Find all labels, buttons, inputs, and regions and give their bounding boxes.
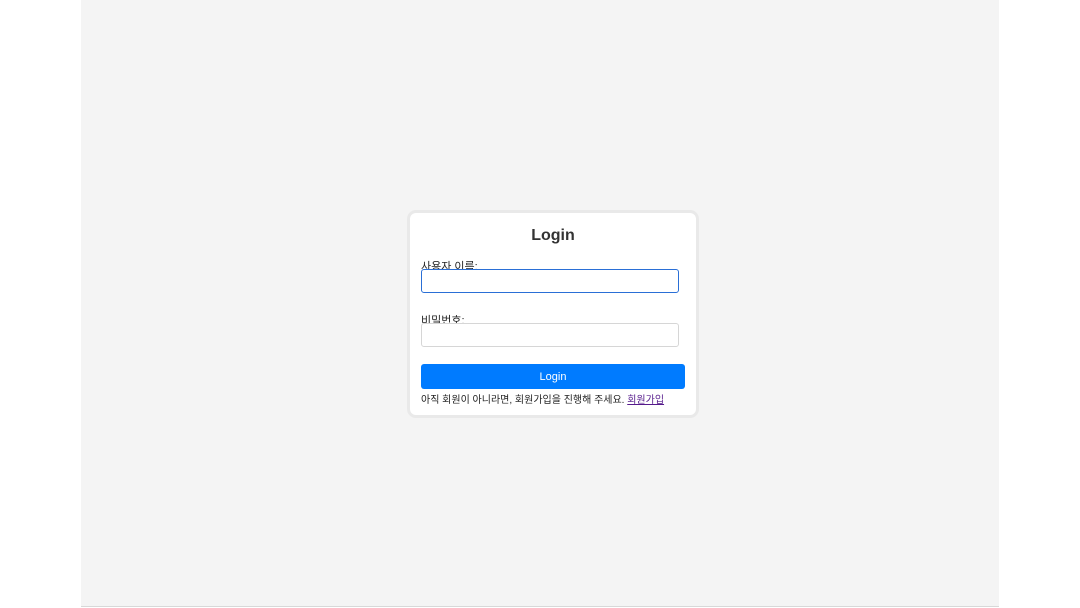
page-title: Login xyxy=(531,227,575,244)
password-input[interactable] xyxy=(421,323,679,347)
login-card: Login 사용자 이름: 비밀번호: Login 아직 회원이 아니라면, 회… xyxy=(407,210,699,418)
signup-prompt-text: 아직 회원이 아니라면, 회원가입을 진행해 주세요. xyxy=(421,395,625,406)
signup-link[interactable]: 회원가입 xyxy=(627,395,664,406)
login-button[interactable]: Login xyxy=(421,364,685,389)
page-background: Login 사용자 이름: 비밀번호: Login 아직 회원이 아니라면, 회… xyxy=(81,0,999,607)
signup-prompt: 아직 회원이 아니라면, 회원가입을 진행해 주세요. 회원가입 xyxy=(421,391,664,406)
username-input[interactable] xyxy=(421,269,679,293)
